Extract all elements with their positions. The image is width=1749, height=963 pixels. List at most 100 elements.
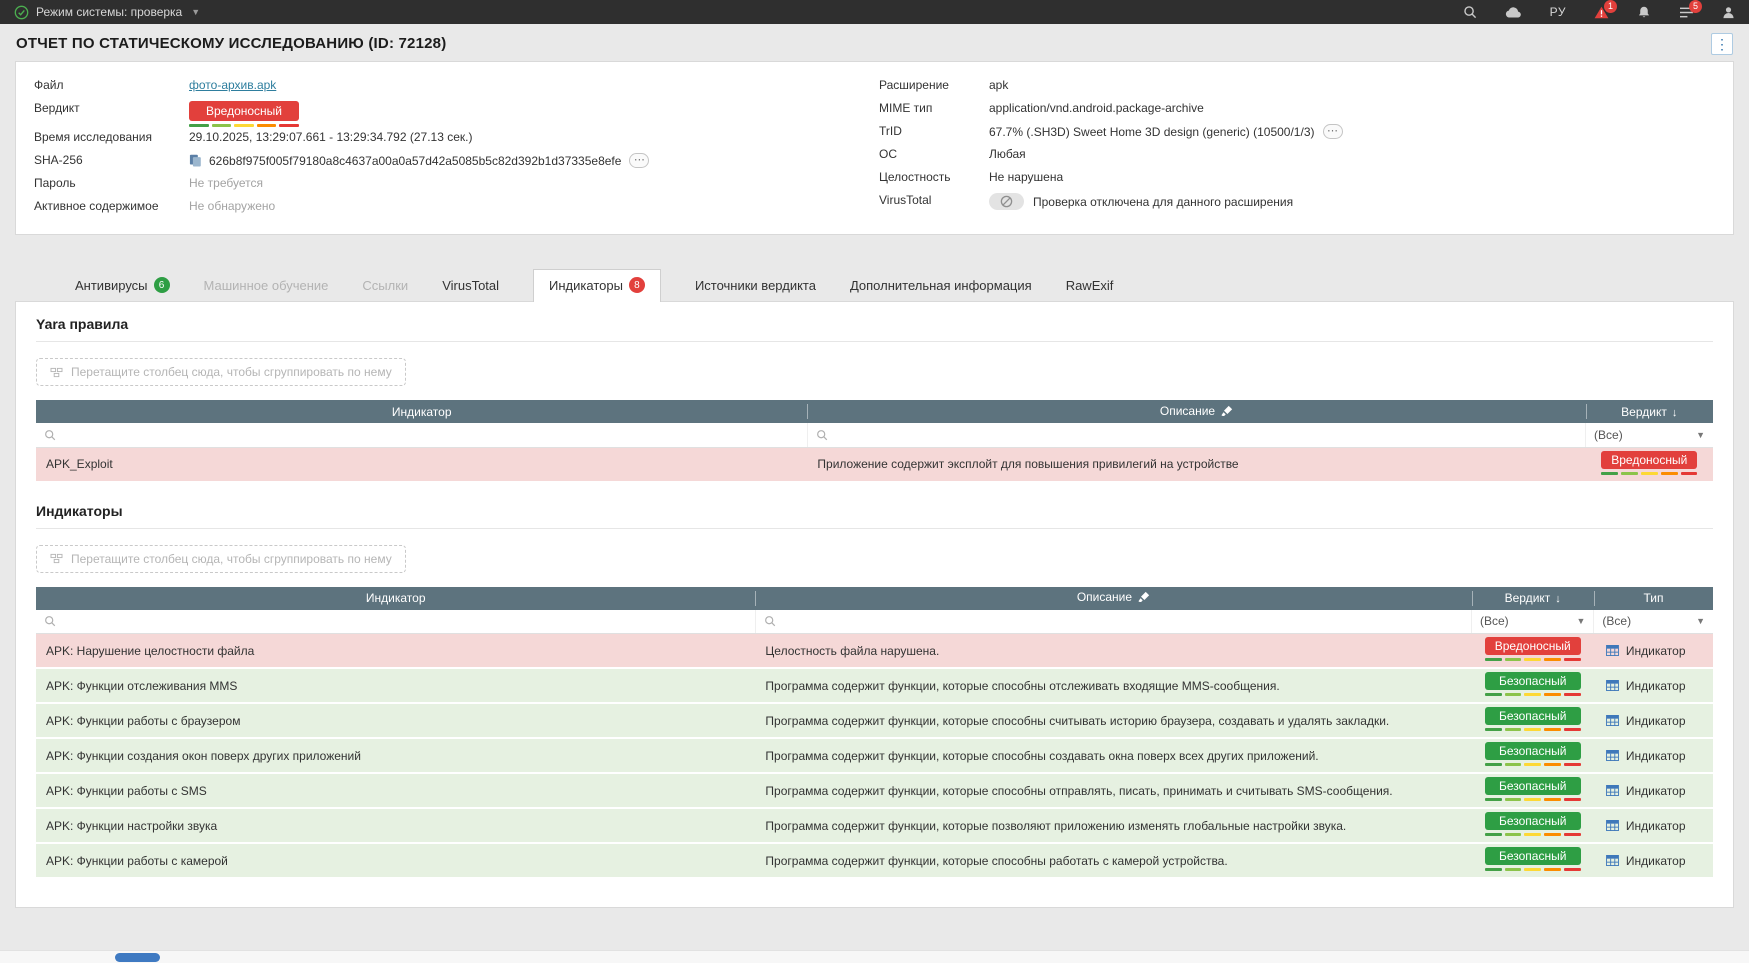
trid-value: 67.7% (.SH3D) Sweet Home 3D design (gene… <box>989 125 1315 139</box>
summary-left-column: Файлфото-архив.apkВердиктВредоносныйВрем… <box>34 75 879 219</box>
trid-more-button[interactable]: ⋯ <box>1323 124 1343 139</box>
indicators-group-drop-zone[interactable]: Перетащите столбец сюда, чтобы сгруппиро… <box>36 545 406 573</box>
alerts-button[interactable]: 1 <box>1594 6 1609 19</box>
description-cell: Программа содержит функции, которые спос… <box>755 843 1471 878</box>
column-header-description[interactable]: Описание <box>755 587 1471 610</box>
type-cell: Индикатор <box>1594 773 1713 808</box>
hash-more-button[interactable]: ⋯ <box>629 153 649 168</box>
system-mode-selector[interactable]: Режим системы: проверка ▼ <box>14 5 200 20</box>
column-header-indicator[interactable]: Индикатор <box>36 587 755 610</box>
tab-rawexif[interactable]: RawExif <box>1066 271 1114 301</box>
tab-virustotal[interactable]: VirusTotal <box>442 271 499 301</box>
type-label: Индикатор <box>1626 749 1686 763</box>
sha256-value: 626b8f975f005f79180a8c4637a00a0a57d42a50… <box>209 154 621 168</box>
type-cell: Индикатор <box>1594 843 1713 878</box>
indicator-cell: APK: Нарушение целостности файла <box>36 634 755 669</box>
indicator-filter-input[interactable] <box>62 428 799 442</box>
description-filter-input[interactable] <box>782 614 1463 628</box>
table-row: APK: Функции настройки звукаПрограмма со… <box>36 808 1713 843</box>
sort-desc-icon: ↓ <box>1555 593 1561 605</box>
tab-антивирусы[interactable]: Антивирусы6 <box>75 270 170 301</box>
field-value: 626b8f975f005f79180a8c4637a00a0a57d42a50… <box>189 153 649 168</box>
scrollbar-thumb[interactable] <box>115 953 160 962</box>
field-value: apk <box>989 78 1008 92</box>
indicator-cell: APK: Функции работы с SMS <box>36 773 755 808</box>
tab-label: RawExif <box>1066 278 1114 293</box>
verdict-cell: Безопасный <box>1472 738 1594 773</box>
verdict-badge: Вредоносный <box>1485 637 1581 655</box>
summary-row: SHA-256626b8f975f005f79180a8c4637a00a0a5… <box>34 150 879 173</box>
column-header-type[interactable]: Тип <box>1594 587 1713 610</box>
verdict-filter-select[interactable]: (Все)▼ <box>1472 610 1594 634</box>
verdict-badge-wrap: Безопасный <box>1485 812 1581 836</box>
description-cell: Программа содержит функции, которые спос… <box>755 668 1471 703</box>
column-header-label: Описание <box>1077 590 1132 604</box>
column-header-verdict[interactable]: Вердикт↓ <box>1472 587 1594 610</box>
description-filter-input[interactable] <box>834 428 1577 442</box>
description-cell: Программа содержит функции, которые спос… <box>755 703 1471 738</box>
search-icon <box>44 429 56 441</box>
indicator-type-icon <box>1606 715 1619 726</box>
tab-индикаторы[interactable]: Индикаторы8 <box>533 269 661 302</box>
file-link[interactable]: фото-архив.apk <box>189 78 276 92</box>
column-header-verdict[interactable]: Вердикт↓ <box>1586 400 1713 423</box>
report-menu-button[interactable]: ⋮ <box>1711 33 1733 55</box>
check-circle-icon <box>14 5 29 20</box>
field-label: TrID <box>879 124 989 138</box>
field-value-text: Любая <box>989 147 1026 161</box>
search-icon <box>764 615 776 627</box>
tab-label: Антивирусы <box>75 278 148 293</box>
verdict-badge-wrap: Безопасный <box>1485 847 1581 871</box>
cloud-button[interactable] <box>1505 6 1522 18</box>
tab-label: Ссылки <box>362 278 408 293</box>
yara-group-drop-zone[interactable]: Перетащите столбец сюда, чтобы сгруппиро… <box>36 358 406 386</box>
verdict-cell: Безопасный <box>1472 773 1594 808</box>
table-header-row: Индикатор Описание Вердикт↓Тип <box>36 587 1713 610</box>
verdict-filter-select[interactable]: (Все)▼ <box>1586 423 1713 447</box>
verdict-badge-wrap: Вредоносный <box>189 101 299 127</box>
indicator-filter-input[interactable] <box>62 614 747 628</box>
severity-scale <box>1485 763 1581 766</box>
horizontal-scrollbar[interactable] <box>0 950 1749 963</box>
column-header-description[interactable]: Описание <box>807 400 1585 423</box>
tab-источники-вердикта[interactable]: Источники вердикта <box>695 271 816 301</box>
report-content-panel: Yara правила Перетащите столбец сюда, чт… <box>15 301 1734 908</box>
blocked-icon <box>1000 195 1013 208</box>
summary-row: ЦелостностьНе нарушена <box>879 167 1715 190</box>
type-label: Индикатор <box>1626 679 1686 693</box>
verdict-cell: Безопасный <box>1472 808 1594 843</box>
table-header-row: ИндикаторОписаниеВердикт↓ <box>36 400 1713 423</box>
type-inner: Индикатор <box>1606 714 1703 728</box>
task-queue-button[interactable]: 5 <box>1679 6 1694 19</box>
language-switcher[interactable]: РУ <box>1550 5 1566 19</box>
field-label: VirusTotal <box>879 193 989 207</box>
verdict-cell: Безопасный <box>1472 703 1594 738</box>
chevron-down-icon: ▼ <box>1696 616 1705 626</box>
field-label: Расширение <box>879 78 989 92</box>
sort-desc-icon: ↓ <box>1672 407 1678 419</box>
tab-дополнительная-информация[interactable]: Дополнительная информация <box>850 271 1032 301</box>
search-button[interactable] <box>1463 5 1477 19</box>
column-header-indicator[interactable]: Индикатор <box>36 400 807 423</box>
field-value-text: 29.10.2025, 13:29:07.661 - 13:29:34.792 … <box>189 130 472 144</box>
verdict-cell: Вредоносный <box>1472 634 1594 669</box>
filter-all-label: (Все) <box>1480 614 1509 628</box>
indicator-filter-cell <box>36 610 755 634</box>
indicator-type-icon <box>1606 645 1619 656</box>
notifications-bell-button[interactable] <box>1637 5 1651 19</box>
brush-icon <box>1221 405 1233 420</box>
user-menu-button[interactable] <box>1722 6 1735 19</box>
filter-inner <box>44 428 799 442</box>
tab-машинное-обучение: Машинное обучение <box>204 271 329 301</box>
indicators-table: ИндикаторОписаниеВердикт↓Тип(Все)▼(Все)▼… <box>36 587 1713 880</box>
queue-count-badge: 5 <box>1689 0 1702 13</box>
yara-rules-table: ИндикаторОписаниеВердикт↓(Все)▼APK_Explo… <box>36 400 1713 483</box>
type-inner: Индикатор <box>1606 644 1703 658</box>
severity-scale <box>1485 728 1581 731</box>
description-filter-cell <box>807 423 1585 447</box>
severity-scale <box>1485 693 1581 696</box>
type-cell: Индикатор <box>1594 634 1713 669</box>
verdict-cell: Безопасный <box>1472 668 1594 703</box>
type-filter-select[interactable]: (Все)▼ <box>1594 610 1713 634</box>
table-filter-row: (Все)▼(Все)▼ <box>36 610 1713 634</box>
